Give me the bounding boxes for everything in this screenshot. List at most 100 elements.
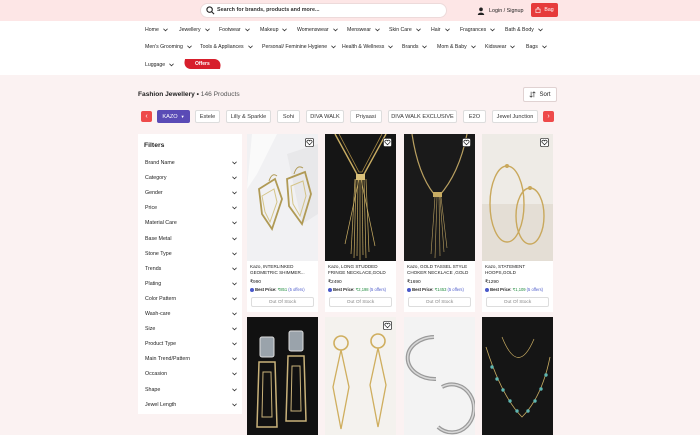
nav-item-home[interactable]: Home [145, 27, 168, 33]
product-card[interactable] [404, 317, 475, 435]
brand-chip-sohi[interactable]: Sohi [277, 110, 300, 123]
wishlist-icon[interactable] [383, 138, 392, 147]
login-signup-button[interactable]: Login / Signup [477, 5, 523, 16]
filter-row[interactable]: Stone Type [145, 249, 237, 259]
product-card[interactable]: Kazo, INTERLINKED GEOMETRIC SHIMMER... ₹… [247, 134, 318, 312]
filter-label: Shape [145, 386, 161, 393]
product-image[interactable] [247, 317, 318, 435]
nav-item-footwear[interactable]: Footwear [219, 27, 250, 33]
product-image[interactable] [325, 317, 396, 435]
filter-row[interactable]: Main Trend/Pattern [145, 354, 237, 364]
offers-link[interactable]: (5 offers) [448, 287, 464, 292]
offers-tab[interactable]: Offers [182, 59, 223, 69]
chevron-down-icon [232, 387, 237, 391]
nav-item-womenswear[interactable]: Womenswear [297, 27, 338, 33]
out-of-stock-button[interactable]: Out Of Stock [329, 297, 392, 307]
filter-row[interactable]: Trends [145, 264, 237, 274]
filter-row[interactable]: Brand Name [145, 158, 237, 168]
product-card[interactable] [482, 317, 553, 435]
product-name[interactable]: Kazo, INTERLINKED GEOMETRIC SHIMMER... [250, 264, 316, 276]
brand-chip-jewel-junction[interactable]: Jewel Junction [492, 110, 538, 123]
brands-prev-arrow[interactable]: ‹ [141, 111, 152, 122]
nav-item-tools-appliances[interactable]: Tools & Appliances [200, 44, 253, 50]
nav-item-makeup[interactable]: Makeup [260, 27, 288, 33]
filter-row[interactable]: Jewel Length [145, 400, 237, 410]
filter-row[interactable]: Material Care [145, 218, 237, 228]
filter-label: Trends [145, 265, 162, 272]
product-name[interactable]: Kazo, LONG STUDDED FRINGE NECKLACE,GOLD [328, 264, 394, 276]
filter-row[interactable]: Size [145, 324, 237, 334]
offers-link[interactable]: (5 offers) [527, 287, 543, 292]
nav-item-bath-body[interactable]: Bath & Body [505, 27, 543, 33]
filter-row[interactable]: Category [145, 173, 237, 183]
wishlist-icon[interactable] [305, 138, 314, 147]
out-of-stock-button[interactable]: Out Of Stock [486, 297, 549, 307]
nav-item-skin-care[interactable]: Skin Care [389, 27, 421, 33]
chevron-down-icon [232, 403, 237, 407]
best-price-label: Best Price: [333, 287, 355, 292]
filter-row[interactable]: Occasion [145, 369, 237, 379]
brand-chip-diva-walk-exclusive[interactable]: DIVA WALK EXCLUSIVE [388, 110, 457, 123]
product-image[interactable] [404, 317, 475, 435]
product-card[interactable]: Kazo, LONG STUDDED FRINGE NECKLACE,GOLD … [325, 134, 396, 312]
nav-item-mom-baby[interactable]: Mom & Baby [437, 44, 476, 50]
brand-chip-label: E2O [468, 113, 481, 120]
product-image[interactable] [404, 134, 475, 261]
chevron-down-icon [232, 297, 237, 301]
brand-chip-estele[interactable]: Estele [195, 110, 220, 123]
brands-next-arrow[interactable]: › [543, 111, 554, 122]
offers-link[interactable]: (5 offers) [370, 287, 386, 292]
nav-item-mens-grooming[interactable]: Men's Grooming [145, 44, 192, 50]
filter-row[interactable]: Plating [145, 279, 237, 289]
product-card[interactable] [325, 317, 396, 435]
filter-row[interactable]: Price [145, 203, 237, 213]
nav-label: Kidswear [485, 44, 507, 50]
nav-item-menswear[interactable]: Menswear [347, 27, 380, 33]
product-image[interactable] [482, 134, 553, 261]
brand-chip-label: Lilly & Sparkle [230, 113, 267, 120]
brand-chip-label: KAZO [162, 113, 178, 120]
search-input[interactable]: Search for brands, products and more... [217, 6, 319, 15]
wishlist-icon[interactable] [462, 138, 471, 147]
filter-row[interactable]: Color Pattern [145, 294, 237, 304]
brand-chip-label: Estele [199, 113, 216, 120]
filter-row[interactable]: Gender [145, 188, 237, 198]
nav-item-luggage[interactable]: Luggage [145, 62, 175, 68]
filter-row[interactable]: Base Metal [145, 234, 237, 244]
nav-item-kidswear[interactable]: Kidswear [485, 44, 516, 50]
product-card[interactable]: Kazo, STATEMENT HOOPS,GOLD ₹1290 Best Pr… [482, 134, 553, 312]
product-card[interactable] [247, 317, 318, 435]
nav-item-hair[interactable]: Hair [431, 27, 450, 33]
filter-label: Gender [145, 190, 163, 197]
product-image[interactable] [247, 134, 318, 261]
nav-item-bags[interactable]: Bags [526, 44, 547, 50]
product-name[interactable]: Kazo, GOLD TASSEL STYLE CHOKER NECKLACE … [407, 264, 473, 276]
nav-item-feminine-hygiene[interactable]: Personal/ Feminine Hygiene [262, 44, 337, 50]
brand-chip-e2o[interactable]: E2O [463, 110, 486, 123]
sort-button[interactable]: Sort [523, 87, 557, 102]
out-of-stock-button[interactable]: Out Of Stock [251, 297, 314, 307]
nav-item-brands[interactable]: Brands [402, 44, 428, 50]
nav-item-health-wellness[interactable]: Health & Wellness [342, 44, 394, 50]
nav-item-jewellery[interactable]: Jewellery [179, 27, 210, 33]
filter-row[interactable]: Wash-care [145, 309, 237, 319]
brand-chip-kazo[interactable]: KAZO ▼ [157, 110, 190, 123]
brand-chip-priyaasi[interactable]: Priyaasi [350, 110, 382, 123]
brand-chip-diva-walk[interactable]: DIVA WALK [306, 110, 344, 123]
wishlist-icon[interactable] [383, 321, 392, 330]
product-name[interactable]: Kazo, STATEMENT HOOPS,GOLD [485, 264, 551, 276]
search-bar[interactable]: Search for brands, products and more... [200, 3, 447, 18]
offers-link[interactable]: (5 offers) [288, 287, 304, 292]
chevron-down-icon [232, 312, 237, 316]
brand-chip-lilly-sparkle[interactable]: Lilly & Sparkle [226, 110, 271, 123]
nav-label: Brands [402, 44, 419, 50]
product-image[interactable] [325, 134, 396, 261]
wishlist-icon[interactable] [540, 138, 549, 147]
product-card[interactable]: Kazo, GOLD TASSEL STYLE CHOKER NECKLACE … [404, 134, 475, 312]
filter-row[interactable]: Product Type [145, 339, 237, 349]
product-image[interactable] [482, 317, 553, 435]
filter-row[interactable]: Shape [145, 385, 237, 395]
out-of-stock-button[interactable]: Out Of Stock [408, 297, 471, 307]
bag-button[interactable]: Bag [531, 3, 558, 17]
nav-item-fragrances[interactable]: Fragrances [460, 27, 496, 33]
